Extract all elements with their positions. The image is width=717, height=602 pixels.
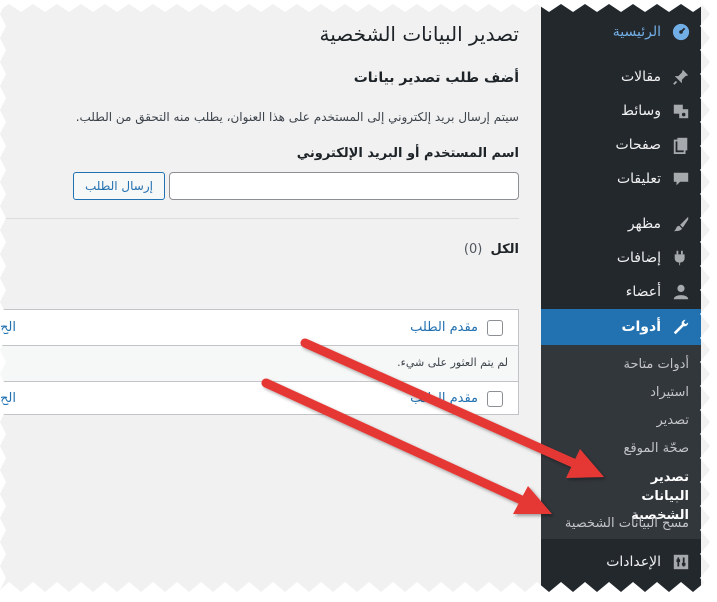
column-status[interactable]: الح: [0, 320, 16, 335]
table-row: لم يتم العثور على شيء.: [0, 346, 518, 382]
sidebar-item-dashboard[interactable]: الرئيسية: [541, 15, 701, 49]
sidebar-item-appearance[interactable]: مظهر: [541, 207, 701, 241]
table-header-row: مقدم الطلب الح: [0, 310, 518, 346]
requests-table: مقدم الطلب الح لم يتم العثور على شيء. مق…: [0, 309, 519, 415]
main-content: تصدير البيانات الشخصية أضف طلب تصدير بيا…: [0, 0, 541, 602]
sidebar-item-posts[interactable]: مقالات: [541, 60, 701, 94]
email-field[interactable]: [169, 172, 519, 200]
admin-sidebar: الرئيسية مقالات وسائط صفحات تعليقات مظهر…: [533, 0, 701, 602]
page-title: تصدير البيانات الشخصية: [319, 22, 519, 46]
column-status-footer[interactable]: الح: [0, 391, 16, 406]
sidebar-item-settings[interactable]: الإعدادات: [541, 545, 701, 579]
brush-icon: [671, 214, 691, 234]
sidebar-item-plugins[interactable]: إضافات: [541, 241, 701, 275]
dashboard-icon: [671, 22, 691, 42]
select-all-checkbox[interactable]: [487, 320, 503, 336]
submenu-available-tools[interactable]: أدوات متاحة: [623, 357, 689, 372]
sidebar-item-tools[interactable]: أدوات: [533, 309, 701, 345]
sidebar-item-comments[interactable]: تعليقات: [541, 162, 701, 196]
settings-icon: [671, 552, 691, 572]
wp-admin-screen: تصدير البيانات الشخصية أضف طلب تصدير بيا…: [0, 0, 717, 602]
submenu-import[interactable]: استيراد: [650, 385, 689, 400]
sidebar-item-label: مقالات: [620, 69, 661, 85]
comment-icon: [671, 169, 691, 189]
tools-submenu: أدوات متاحة استيراد تصدير صحّة الموقع تص…: [541, 345, 701, 539]
users-icon: [671, 282, 691, 302]
send-request-button[interactable]: إرسال الطلب: [73, 172, 165, 200]
submenu-export[interactable]: تصدير: [656, 413, 689, 428]
table-footer-row: مقدم الطلب الح: [0, 381, 518, 417]
sidebar-item-label: مظهر: [627, 216, 661, 232]
sidebar-item-label: أعضاء: [625, 284, 661, 300]
sidebar-item-label: الرئيسية: [612, 24, 661, 40]
pages-icon: [671, 135, 691, 155]
empty-message: لم يتم العثور على شيء.: [397, 356, 508, 369]
media-icon: [671, 101, 691, 121]
select-all-footer-checkbox[interactable]: [487, 391, 503, 407]
filter-count: (0): [463, 242, 483, 257]
sidebar-item-label: إضافات: [616, 250, 661, 266]
filter-links: الكل (0): [464, 242, 519, 257]
sidebar-item-label: الإعدادات: [606, 554, 661, 570]
divider: [0, 218, 519, 219]
sidebar-item-label: وسائط: [621, 103, 661, 119]
submenu-site-health[interactable]: صحّة الموقع: [624, 441, 689, 456]
plugin-icon: [671, 248, 691, 268]
description-text: سيتم إرسال بريد إلكتروني إلى المستخدم عل…: [75, 110, 519, 124]
sidebar-item-pages[interactable]: صفحات: [541, 128, 701, 162]
email-field-label: اسم المستخدم أو البريد الإلكتروني: [296, 146, 519, 161]
column-requester-footer[interactable]: مقدم الطلب: [410, 391, 478, 406]
sidebar-item-label: صفحات: [615, 137, 661, 153]
filter-all-link[interactable]: الكل: [490, 242, 519, 257]
sidebar-item-media[interactable]: وسائط: [541, 94, 701, 128]
sidebar-item-users[interactable]: أعضاء: [541, 275, 701, 309]
section-title: أضف طلب تصدير بيانات: [353, 70, 519, 86]
pin-icon: [671, 67, 691, 87]
sidebar-item-label: تعليقات: [616, 171, 661, 187]
column-requester[interactable]: مقدم الطلب: [410, 320, 478, 335]
wrench-icon: [671, 317, 691, 337]
sidebar-item-label: أدوات: [621, 319, 661, 335]
submenu-erase-personal-data[interactable]: مسح البيانات الشخصية: [565, 516, 689, 531]
